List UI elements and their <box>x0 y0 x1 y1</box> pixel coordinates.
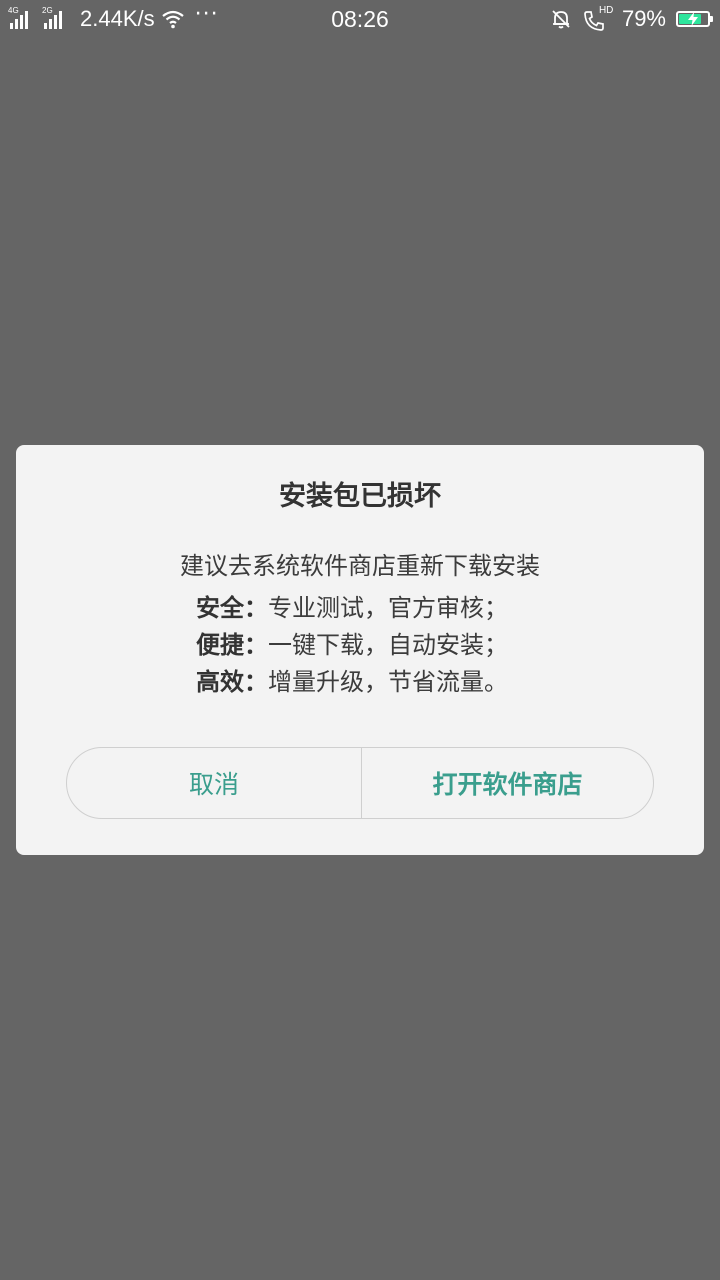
sim2-signal-icon: 2G <box>42 7 72 31</box>
feature-value: 增量升级，节省流量。 <box>268 668 508 696</box>
feature-item-convenience: 便捷：一键下载，自动安装； <box>196 627 576 664</box>
status-bar-left: 4G 2G 2.44K/s ··· <box>8 4 219 34</box>
network-speed: 2.44K/s <box>80 6 155 31</box>
feature-value: 一键下载，自动安装； <box>268 631 508 659</box>
status-bar: 4G 2G 2.44K/s ··· 08:26 HD 79% <box>0 0 720 38</box>
wifi-icon <box>161 9 185 29</box>
feature-item-safety: 安全：专业测试，官方审核； <box>196 590 576 627</box>
hd-call-icon: HD <box>582 5 614 31</box>
cancel-button[interactable]: 取消 <box>67 748 362 818</box>
hd-badge: HD <box>598 5 614 16</box>
feature-list: 安全：专业测试，官方审核； 便捷：一键下载，自动安装； 高效：增量升级，节省流量… <box>196 590 576 701</box>
battery-percent: 79% <box>621 6 666 31</box>
feature-key: 安全： <box>196 594 268 622</box>
dialog-message: 建议去系统软件商店重新下载安装 <box>180 552 540 580</box>
dialog-button-group: 取消 打开软件商店 <box>66 747 654 819</box>
sim1-signal-icon: 4G <box>8 7 38 31</box>
more-icon: ··· <box>194 2 219 27</box>
feature-item-efficiency: 高效：增量升级，节省流量。 <box>196 664 576 701</box>
dialog-title: 安装包已损坏 <box>279 481 441 512</box>
battery-charging-icon <box>676 11 713 27</box>
charging-bolt-icon <box>688 12 698 26</box>
feature-value: 专业测试，官方审核； <box>268 594 508 622</box>
status-bar-right: HD 79% <box>550 4 713 34</box>
feature-key: 便捷： <box>196 631 268 659</box>
bell-off-icon <box>550 8 572 30</box>
feature-key: 高效： <box>196 668 268 696</box>
open-app-store-button[interactable]: 打开软件商店 <box>362 748 653 818</box>
